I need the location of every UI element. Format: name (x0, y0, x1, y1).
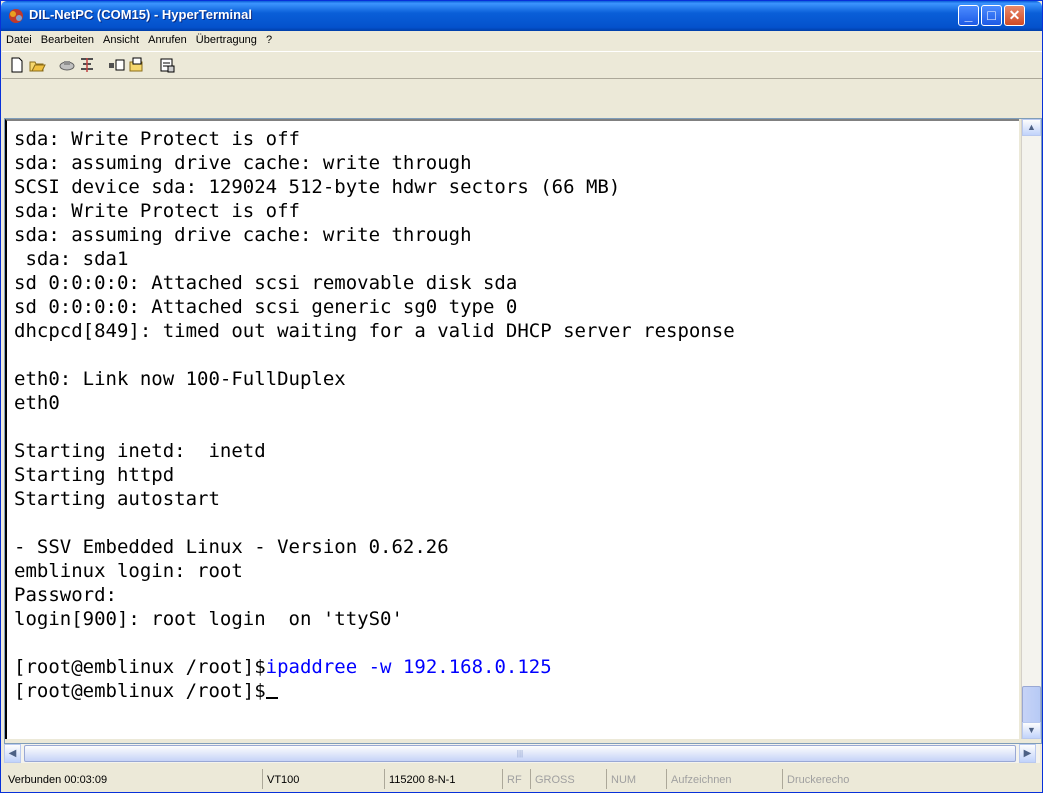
terminal-line: - SSV Embedded Linux - Version 0.62.26 (14, 536, 449, 558)
menu-datei[interactable]: Datei (3, 31, 35, 46)
close-button[interactable]: ✕ (1004, 5, 1025, 26)
maximize-icon: □ (987, 7, 996, 23)
close-icon: ✕ (1008, 7, 1021, 23)
menu-bar: Datei Bearbeiten Ansicht Anrufen Übertra… (2, 31, 1042, 50)
chevron-down-icon: ▼ (1027, 725, 1036, 735)
status-settings: 115200 8-N-1 (384, 769, 500, 789)
new-icon[interactable] (8, 56, 26, 74)
status-print-echo: Druckerecho (782, 769, 912, 789)
terminal-line: SCSI device sda: 129024 512-byte hdwr se… (14, 176, 621, 198)
status-gross: GROSS (530, 769, 606, 789)
menu-uebertragung[interactable]: Übertragung (193, 31, 260, 46)
shell-prompt: [root@emblinux /root]$ (14, 656, 266, 678)
chevron-right-icon: ▶ (1023, 748, 1032, 759)
text-cursor (265, 697, 278, 699)
terminal-frame: sda: Write Protect is off sda: assuming d… (4, 118, 1042, 744)
chevron-left-icon: ◀ (8, 748, 17, 759)
terminal-line: sda: assuming drive cache: write through (14, 224, 472, 246)
status-bar: Verbunden 00:03:09 VT100 115200 8-N-1 RF… (2, 765, 1042, 792)
terminal-line: Starting inetd: inetd (14, 440, 266, 462)
dial-icon[interactable] (78, 56, 96, 74)
terminal-output[interactable]: sda: Write Protect is off sda: assuming d… (5, 119, 1019, 739)
terminal-line: eth0 (14, 392, 60, 414)
terminal-line: Starting autostart (14, 488, 220, 510)
status-emulation: VT100 (262, 769, 380, 789)
terminal-line: sd 0:0:0:0: Attached scsi removable disk… (14, 272, 518, 294)
entered-command: ipaddree -w 192.168.0.125 (265, 656, 552, 678)
hyperterminal-window: DIL-NetPC (COM15) - HyperTerminal _ □ ✕ … (0, 0, 1043, 793)
status-rf: RF (502, 769, 530, 789)
terminal-line: sda: assuming drive cache: write through (14, 152, 472, 174)
open-icon[interactable] (28, 56, 46, 74)
terminal-line: sda: sda1 (14, 248, 129, 270)
receive-icon[interactable] (128, 56, 146, 74)
menu-bearbeiten[interactable]: Bearbeiten (38, 31, 97, 46)
terminal-line: sda: Write Protect is off (14, 200, 300, 222)
minimize-button[interactable]: _ (958, 5, 979, 26)
send-icon[interactable] (108, 56, 126, 74)
terminal-line: Starting httpd (14, 464, 175, 486)
grip-icon: ||| (516, 749, 524, 758)
minimize-icon: _ (964, 7, 973, 23)
horizontal-scroll-thumb[interactable]: ||| (24, 745, 1016, 762)
status-num: NUM (606, 769, 666, 789)
horizontal-scrollbar[interactable]: ◀ ||| ▶ (4, 744, 1040, 763)
menu-ansicht[interactable]: Ansicht (100, 31, 142, 46)
terminal-line: login[900]: root login on 'ttyS0' (14, 608, 403, 630)
title-bar[interactable]: DIL-NetPC (COM15) - HyperTerminal _ □ ✕ (1, 1, 1042, 31)
vertical-scrollbar[interactable]: ▲ ▼ (1021, 119, 1041, 739)
scroll-up-button[interactable]: ▲ (1022, 119, 1041, 136)
disconnect-icon[interactable] (58, 56, 76, 74)
terminal-command-line: [root@emblinux /root]$ipaddree -w 192.16… (14, 655, 1019, 679)
terminal-line: sd 0:0:0:0: Attached scsi generic sg0 ty… (14, 296, 518, 318)
shell-prompt: [root@emblinux /root]$ (14, 680, 266, 702)
scroll-right-button[interactable]: ▶ (1019, 744, 1036, 763)
menu-anrufen[interactable]: Anrufen (145, 31, 190, 46)
terminal-line: dhcpcd[849]: timed out waiting for a val… (14, 320, 735, 342)
window-title: DIL-NetPC (COM15) - HyperTerminal (29, 7, 252, 22)
properties-icon[interactable] (158, 56, 176, 74)
status-capture: Aufzeichnen (666, 769, 782, 789)
terminal-text: sda: Write Protect is off sda: assuming d… (14, 127, 1019, 739)
chevron-up-icon: ▲ (1027, 122, 1036, 132)
vertical-scroll-thumb[interactable] (1022, 686, 1041, 724)
hyperterminal-app-icon[interactable] (7, 7, 25, 25)
scroll-down-button[interactable]: ▼ (1022, 722, 1041, 739)
terminal-active-line[interactable]: [root@emblinux /root]$ (14, 679, 1019, 703)
terminal-line: Password: (14, 584, 117, 606)
terminal-line: eth0: Link now 100-FullDuplex (14, 368, 346, 390)
menu-help[interactable]: ? (263, 31, 275, 46)
terminal-line: emblinux login: root (14, 560, 243, 582)
status-connected: Verbunden 00:03:09 (8, 774, 108, 786)
toolbar (2, 51, 1042, 79)
maximize-button[interactable]: □ (981, 5, 1002, 26)
scroll-left-button[interactable]: ◀ (4, 744, 21, 763)
terminal-line: sda: Write Protect is off (14, 128, 300, 150)
